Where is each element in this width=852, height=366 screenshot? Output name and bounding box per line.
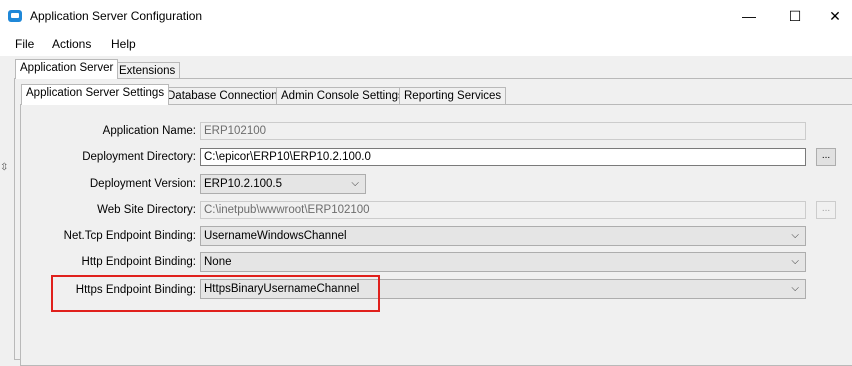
app-icon — [8, 10, 22, 22]
tab-admin-console-settings[interactable]: Admin Console Settings — [276, 87, 409, 105]
deployment-directory-browse-button[interactable]: ... — [816, 148, 836, 166]
menu-bar: File Actions Help — [0, 32, 852, 56]
http-binding-label: Http Endpoint Binding: — [81, 256, 196, 268]
web-site-directory-field: C:\inetpub\wwwroot\ERP102100 — [200, 201, 806, 219]
http-binding-select[interactable]: None ⌵ — [200, 252, 806, 272]
minimize-button[interactable]: — — [726, 0, 772, 32]
application-name-label: Application Name: — [102, 125, 196, 137]
window-title: Application Server Configuration — [30, 9, 203, 23]
web-site-directory-browse-button: ... — [816, 201, 836, 219]
highlight-box — [51, 275, 380, 312]
web-site-directory-label: Web Site Directory: — [97, 204, 196, 216]
net-tcp-binding-select[interactable]: UsernameWindowsChannel ⌵ — [200, 226, 806, 246]
application-name-field: ERP102100 — [200, 122, 806, 140]
net-tcp-binding-label: Net.Tcp Endpoint Binding: — [63, 230, 196, 242]
deployment-directory-label: Deployment Directory: — [82, 151, 196, 163]
tab-database-connection[interactable]: Database Connection — [162, 87, 283, 105]
tab-reporting-services[interactable]: Reporting Services — [399, 87, 507, 105]
chevron-down-icon: ⌵ — [791, 283, 799, 294]
deployment-version-label: Deployment Version: — [89, 178, 196, 190]
deployment-directory-input[interactable]: C:\epicor\ERP10\ERP10.2.100.0 — [200, 148, 806, 166]
chevron-down-icon: ⌵ — [351, 178, 359, 189]
title-bar: Application Server Configuration — ☐ ✕ — [0, 0, 852, 32]
close-button[interactable]: ✕ — [812, 0, 852, 32]
deployment-version-select[interactable]: ERP10.2.100.5 ⌵ — [200, 174, 366, 194]
menu-help[interactable]: Help — [111, 37, 136, 51]
http-binding-value: None — [204, 256, 232, 268]
chevron-down-icon: ⌵ — [791, 256, 799, 267]
net-tcp-binding-value: UsernameWindowsChannel — [204, 230, 347, 242]
chevron-down-icon: ⌵ — [791, 230, 799, 241]
tab-application-server-settings[interactable]: Application Server Settings — [21, 84, 170, 105]
menu-actions[interactable]: Actions — [52, 37, 91, 51]
menu-file[interactable]: File — [15, 37, 34, 51]
tab-application-server[interactable]: Application Server — [15, 59, 119, 79]
deployment-version-value: ERP10.2.100.5 — [204, 178, 283, 190]
cursor-icon: ⇳ — [0, 162, 9, 173]
